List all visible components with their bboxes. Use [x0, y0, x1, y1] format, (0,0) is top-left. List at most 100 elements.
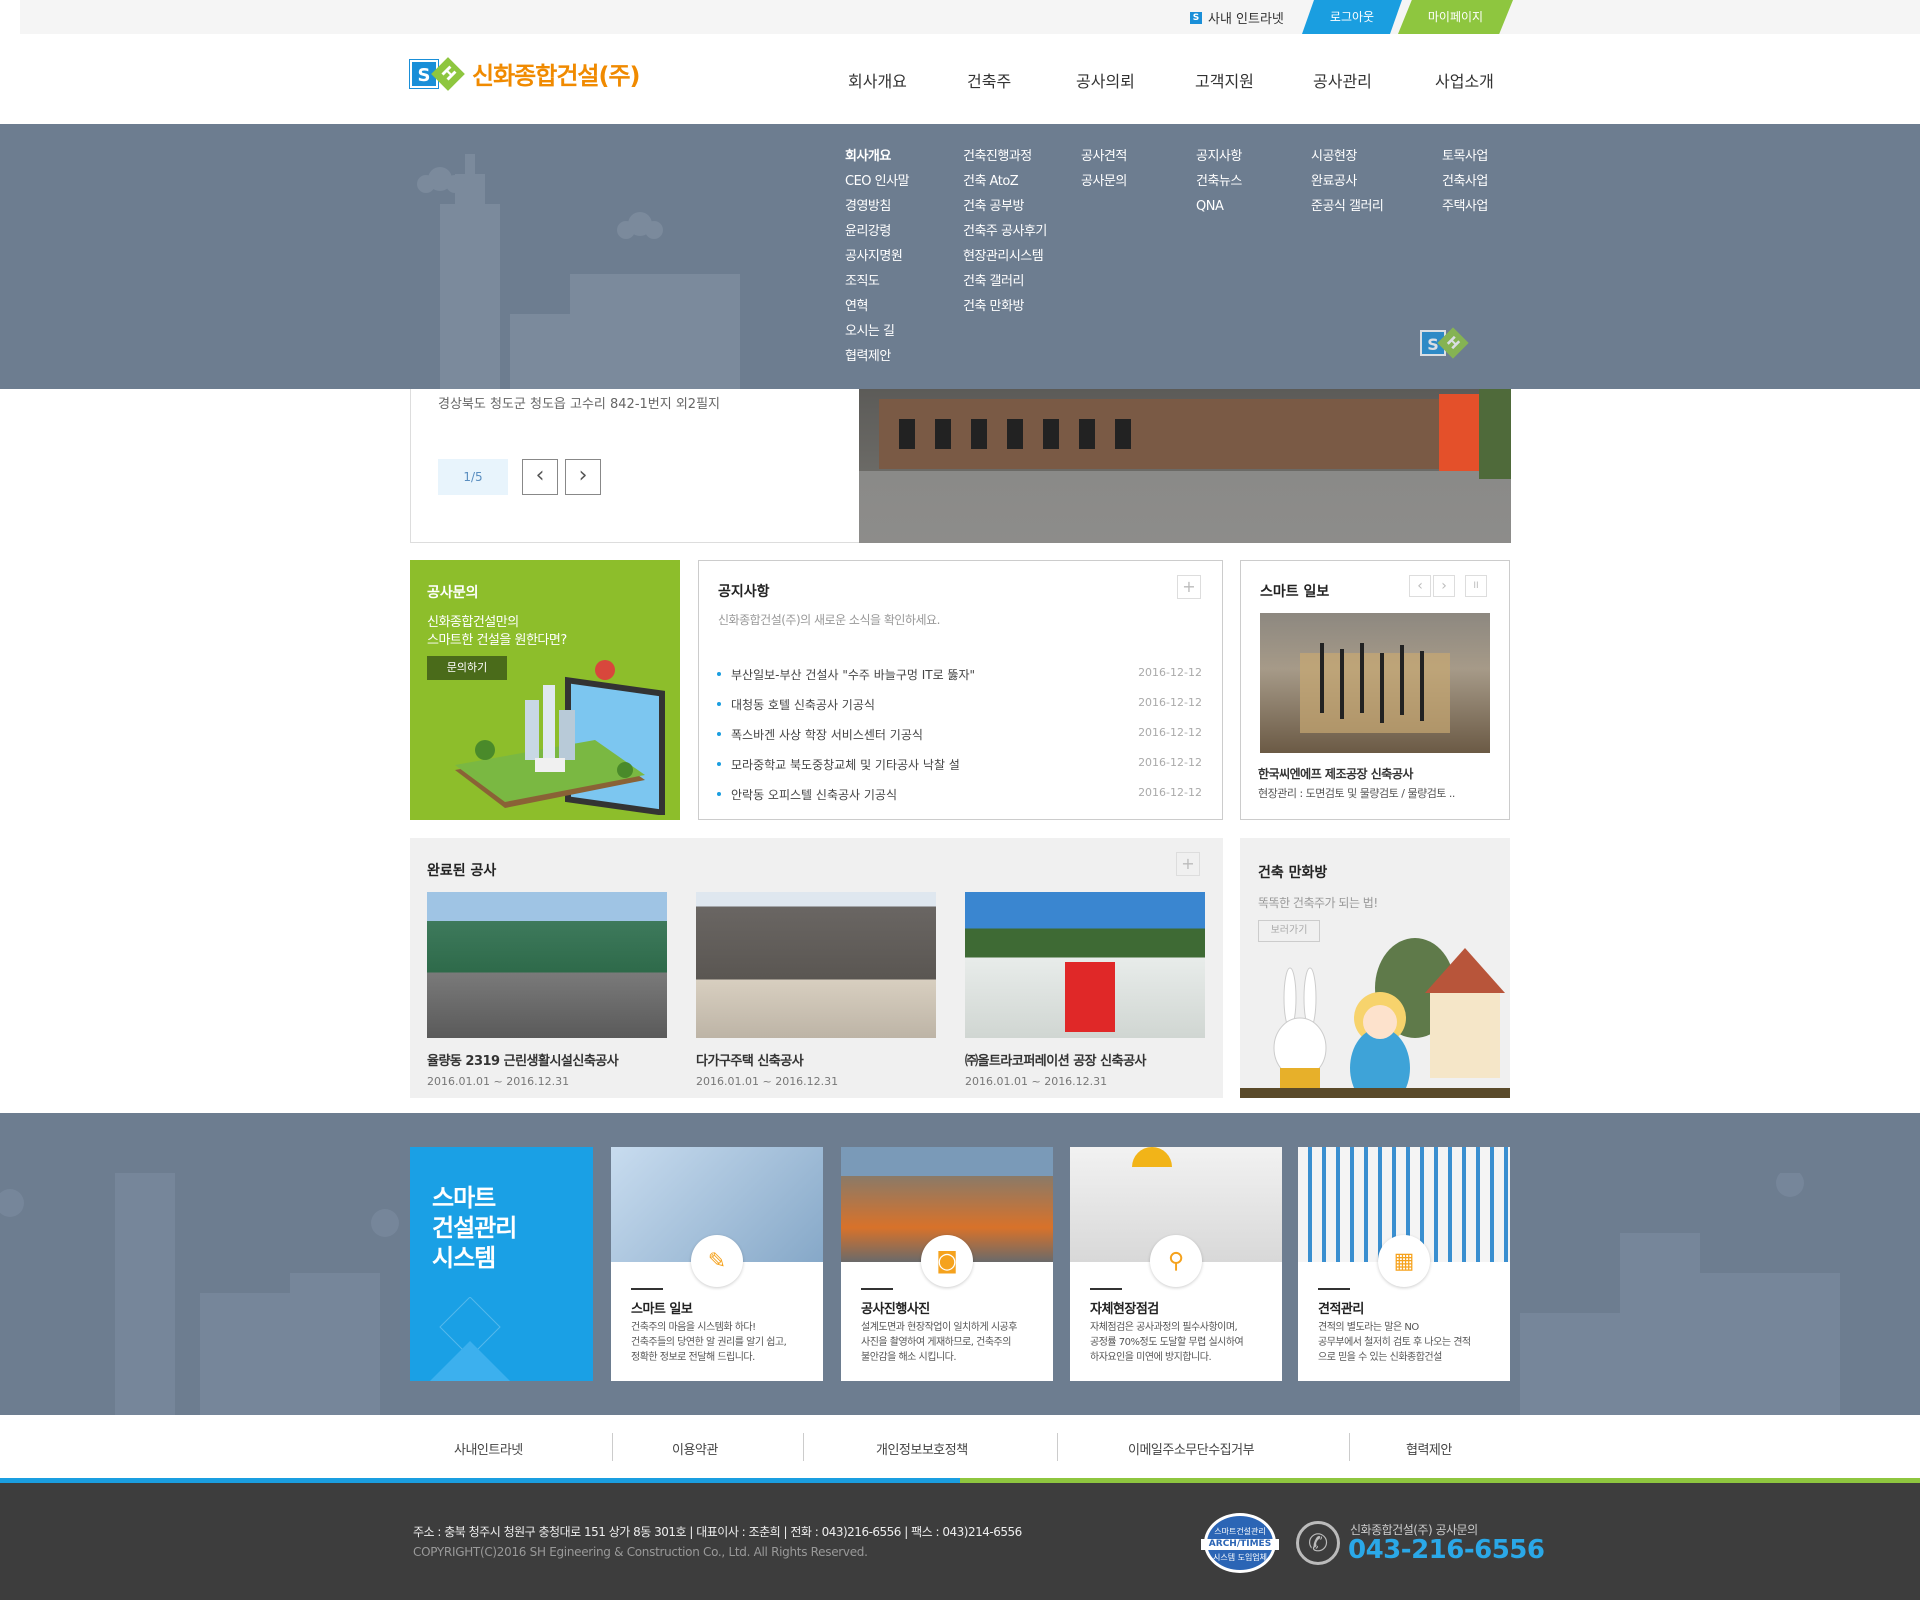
submenu-item[interactable]: CEO 인사말: [845, 173, 910, 190]
slide-address: 경상북도 청도군 청도읍 고수리 842-1번지 외2필지: [438, 397, 720, 412]
intranet-label: 사내 인트라넷: [1208, 12, 1284, 27]
inquiry-banner[interactable]: 공사문의 신화종합건설만의 스마트한 건설을 원한다면? 문의하기: [410, 560, 680, 820]
notice-item-title: 모라중학교 북도중창교체 및 기타공사 낙찰 설: [717, 756, 960, 772]
notice-item[interactable]: 부산일보-부산 건설사 "수주 바늘구멍 IT로 뚫자" 2016-12-12: [717, 666, 1202, 682]
intranet-link[interactable]: S 사내 인트라넷: [1190, 8, 1284, 27]
submenu-item[interactable]: 건축주 공사후기: [963, 223, 1047, 240]
notice-item[interactable]: 폭스바겐 사상 학장 서비스센터 기공식 2016-12-12: [717, 726, 1202, 742]
footer-link-separator: [1349, 1433, 1350, 1461]
submenu-item[interactable]: 현장관리시스템: [963, 248, 1047, 265]
submenu-item[interactable]: QNA: [1196, 198, 1242, 215]
footer-links: 사내인트라넷 이용약관 개인정보보호정책 이메일주소무단수집거부 협력제안: [0, 1415, 1920, 1480]
notice-more-button[interactable]: +: [1177, 575, 1201, 599]
submenu-item[interactable]: 건축 갤러리: [963, 273, 1047, 290]
calculator-icon: ▦: [1378, 1235, 1430, 1287]
footer-link-terms[interactable]: 이용약관: [672, 1439, 718, 1458]
completed-card[interactable]: 다가구주택 신축공사 2016.01.01 ~ 2016.12.31: [696, 892, 936, 1088]
nav-manage[interactable]: 공사관리: [1313, 68, 1372, 92]
steel-piles: [1320, 643, 1324, 713]
nav-owner[interactable]: 건축주: [967, 68, 1011, 92]
completed-date: 2016.01.01 ~ 2016.12.31: [696, 1075, 839, 1088]
site-logo[interactable]: S H 신화종합건설(주): [409, 56, 640, 91]
system-card[interactable]: ▦ 견적관리 견적의 별도라는 말은 NO 공무부에서 철저히 검토 후 나오는…: [1298, 1147, 1510, 1381]
system-card-bar: [1090, 1288, 1122, 1290]
company-name: 신화종합건설(주): [472, 62, 640, 90]
smart-next-button[interactable]: ›: [1433, 575, 1455, 597]
submenu-item[interactable]: 조직도: [845, 273, 909, 290]
submenu-item[interactable]: 경영방침: [845, 198, 909, 215]
submenu-manage: 시공현장 완료공사 준공식 갤러리: [1311, 148, 1384, 215]
submenu-item[interactable]: 건축 공부방: [963, 198, 1047, 215]
nav-support[interactable]: 고객지원: [1195, 68, 1254, 92]
submenu-item[interactable]: 주택사업: [1442, 198, 1488, 215]
submenu-item[interactable]: 협력제안: [845, 348, 909, 365]
system-card-title: 공사진행사진: [861, 1302, 930, 1317]
red-entrance: [1439, 394, 1479, 471]
system-card[interactable]: ✎ 스마트 일보 건축주의 마음을 시스템화 하다! 건축주들의 당연한 알 권…: [611, 1147, 823, 1381]
submenu-item[interactable]: 오시는 길: [845, 323, 909, 340]
notice-item-date: 2016-12-12: [1138, 786, 1202, 799]
notice-item[interactable]: 대청동 호텔 신축공사 기공식 2016-12-12: [717, 696, 1202, 712]
camera-icon: ◙: [921, 1235, 973, 1287]
system-card[interactable]: ⚲ 자체현장점검 자체점검은 공사과정의 필수사항이며, 공정률 70%정도 도…: [1070, 1147, 1282, 1381]
project-slider: 경상북도 청도군 청도읍 고수리 842-1번지 외2필지 1/5 ‹ ›: [410, 389, 1511, 543]
slide-prev-button[interactable]: ‹: [522, 459, 558, 495]
completed-name: ㈜올트라코퍼레이션 공장 신축공사: [965, 1054, 1147, 1069]
completed-card[interactable]: 율량동 2319 근린생활시설신축공사 2016.01.01 ~ 2016.12…: [427, 892, 667, 1088]
submenu-item[interactable]: 연혁: [845, 298, 909, 315]
slide-next-button[interactable]: ›: [565, 459, 601, 495]
footer-link-partnership[interactable]: 협력제안: [1406, 1439, 1452, 1458]
submenu-item[interactable]: 완료공사: [1311, 173, 1383, 190]
submenu-item[interactable]: 건축 만화방: [963, 298, 1047, 315]
sh-watermark-logo: S H: [1420, 327, 1469, 359]
submenu-item[interactable]: 건축 AtoZ: [963, 173, 1047, 190]
footer-link-email-refusal[interactable]: 이메일주소무단수집거부: [1128, 1439, 1255, 1458]
submenu-item[interactable]: 토목사업: [1442, 148, 1488, 165]
completed-photo: [427, 892, 667, 1038]
smart-pause-button[interactable]: II: [1465, 575, 1487, 597]
submenu-item[interactable]: 공사지명원: [845, 248, 909, 265]
system-card-title: 자체현장점검: [1090, 1302, 1159, 1317]
submenu-item[interactable]: 건축뉴스: [1196, 173, 1242, 190]
notice-title: 공지사항: [718, 584, 770, 600]
mypage-button[interactable]: 마이페이지: [1398, 0, 1513, 34]
logout-button[interactable]: 로그아웃: [1302, 0, 1402, 34]
submenu-item[interactable]: 준공식 갤러리: [1311, 198, 1384, 215]
notice-item-title: 폭스바겐 사상 학장 서비스센터 기공식: [717, 726, 923, 742]
notice-item-date: 2016-12-12: [1138, 696, 1202, 709]
trees: [1479, 389, 1511, 479]
smart-prev-button[interactable]: ‹: [1409, 575, 1431, 597]
completed-card[interactable]: ㈜올트라코퍼레이션 공장 신축공사 2016.01.01 ~ 2016.12.3…: [965, 892, 1205, 1088]
system-card-bar: [1318, 1288, 1350, 1290]
completed-photo: [696, 892, 936, 1038]
footer-link-intranet[interactable]: 사내인트라넷: [454, 1439, 523, 1458]
submenu-item[interactable]: 건축진행과정: [963, 148, 1047, 165]
completed-name: 율량동 2319 근린생활시설신축공사: [427, 1054, 619, 1069]
submenu-owner: 건축진행과정 건축 AtoZ 건축 공부방 건축주 공사후기 현장관리시스템 건…: [963, 148, 1047, 315]
nav-company[interactable]: 회사개요: [848, 68, 907, 92]
system-card[interactable]: ◙ 공사진행사진 설계도면과 현장작업이 일치하게 시공후 사진을 촬영하여 게…: [841, 1147, 1053, 1381]
nav-request[interactable]: 공사의뢰: [1076, 68, 1135, 92]
hard-hat: [1132, 1147, 1172, 1167]
submenu-item[interactable]: 공지사항: [1196, 148, 1242, 165]
submenu-item[interactable]: 윤리강령: [845, 223, 909, 240]
submenu-item[interactable]: 회사개요: [845, 148, 909, 165]
slide-photo: [859, 389, 1511, 543]
red-gate: [1065, 962, 1115, 1032]
submenu-item[interactable]: 공사문의: [1081, 173, 1127, 190]
submenu-business: 토목사업 건축사업 주택사업: [1442, 148, 1488, 215]
notice-item[interactable]: 안락동 오피스텔 신축공사 기공식 2016-12-12: [717, 786, 1202, 802]
cartoon-title: 건축 만화방: [1258, 865, 1328, 881]
smart-daily-photo[interactable]: [1260, 613, 1490, 753]
smart-daily-title: 스마트 일보: [1260, 584, 1330, 600]
notice-item-title: 안락동 오피스텔 신축공사 기공식: [717, 786, 897, 802]
completed-more-button[interactable]: +: [1176, 852, 1200, 876]
submenu-item[interactable]: 건축사업: [1442, 173, 1488, 190]
submenu-item[interactable]: 시공현장: [1311, 148, 1383, 165]
badge-mid-text: ARCH/TIMES: [1201, 1539, 1279, 1550]
submenu-item[interactable]: 공사견적: [1081, 148, 1127, 165]
smart-daily-panel: 스마트 일보 ‹ › II 한국씨엔에프 제조공장 신축공사 현장관리 : 도면…: [1240, 560, 1510, 820]
nav-business[interactable]: 사업소개: [1435, 68, 1494, 92]
notice-item[interactable]: 모라중학교 북도중창교체 및 기타공사 낙찰 설 2016-12-12: [717, 756, 1202, 772]
footer-link-privacy[interactable]: 개인정보보호정책: [876, 1439, 968, 1458]
